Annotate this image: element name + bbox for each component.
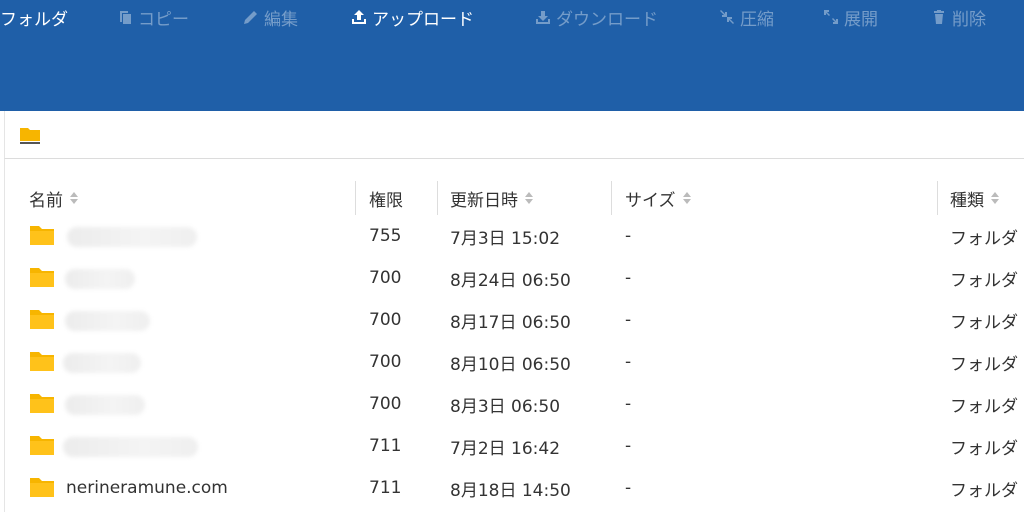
file-name-cell[interactable]: nerineramune.com (66, 467, 228, 509)
toolbar-copy-button[interactable]: コピー (116, 4, 189, 30)
pencil-icon (244, 11, 257, 24)
permission-cell: 755 (369, 226, 402, 246)
column-divider[interactable] (937, 181, 938, 215)
toolbar-edit-label: 編集 (264, 9, 298, 30)
file-table: 名前 権限 更新日時 サイズ 種類 755 7月3日 15:02 - フォルダ (4, 159, 1024, 512)
header-permission[interactable]: 権限 (369, 179, 403, 217)
table-row[interactable]: 700 8月3日 06:50 - フォルダ (5, 383, 1024, 425)
modified-cell: 8月24日 06:50 (450, 270, 571, 291)
table-row[interactable]: 700 8月17日 06:50 - フォルダ (5, 299, 1024, 341)
size-cell: - (625, 352, 632, 372)
toolbar-folder-label: フォルダ (0, 9, 68, 30)
header-modified[interactable]: 更新日時 (450, 179, 534, 217)
toolbar-expand-label: 展開 (844, 9, 878, 30)
toolbar-upload-label: アップロード (372, 9, 474, 30)
type-cell: フォルダ (950, 396, 1018, 417)
type-cell: フォルダ (950, 312, 1018, 333)
table-row[interactable]: 700 8月24日 06:50 - フォルダ (5, 257, 1024, 299)
size-cell: - (625, 394, 632, 414)
download-icon (536, 11, 550, 24)
type-cell: フォルダ (950, 438, 1018, 459)
toolbar-upload-button[interactable]: アップロード (350, 4, 474, 30)
toolbar-compress-label: 圧縮 (740, 9, 774, 30)
file-name-redacted (65, 269, 135, 289)
size-cell: - (625, 436, 632, 456)
header-name[interactable]: 名前 (29, 179, 79, 217)
size-cell: - (625, 478, 632, 498)
sort-icon (991, 192, 999, 204)
permission-cell: 700 (369, 394, 402, 414)
size-cell: - (625, 268, 632, 288)
size-cell: - (625, 310, 632, 330)
folder-icon (30, 310, 54, 329)
toolbar-copy-label: コピー (138, 9, 189, 30)
toolbar-delete-button[interactable]: 削除 (930, 4, 986, 30)
toolbar-compress-button[interactable]: 圧縮 (718, 4, 774, 30)
type-cell: フォルダ (950, 270, 1018, 291)
toolbar-download-button[interactable]: ダウンロード (534, 4, 658, 30)
table-row[interactable]: 755 7月3日 15:02 - フォルダ (5, 215, 1024, 257)
header-size[interactable]: サイズ (625, 179, 692, 217)
expand-icon (824, 10, 838, 24)
sort-icon (525, 192, 533, 204)
file-name-redacted (67, 227, 197, 247)
permission-cell: 700 (369, 268, 402, 288)
modified-cell: 8月10日 06:50 (450, 354, 571, 375)
toolbar-expand-button[interactable]: 展開 (822, 4, 878, 30)
modified-cell: 7月3日 15:02 (450, 228, 561, 249)
modified-cell: 8月3日 06:50 (450, 396, 561, 417)
folder-icon (30, 352, 54, 371)
permission-cell: 711 (369, 478, 402, 498)
sort-icon (682, 192, 691, 204)
column-divider[interactable] (437, 181, 438, 215)
trash-icon (934, 10, 944, 24)
path-bar (4, 111, 1024, 159)
permission-cell: 700 (369, 310, 402, 330)
toolbar-download-label: ダウンロード (556, 9, 658, 30)
sort-icon (70, 192, 78, 204)
toolbar: フォルダ コピー 編集 アップロード ダウンロード 圧縮 展開 削除 (0, 0, 1024, 111)
folder-icon (30, 436, 54, 455)
table-row[interactable]: 700 8月10日 06:50 - フォルダ (5, 341, 1024, 383)
file-name-redacted (65, 311, 150, 331)
table-header: 名前 権限 更新日時 サイズ 種類 (5, 179, 1024, 217)
file-name-redacted (63, 353, 141, 373)
toolbar-edit-button[interactable]: 編集 (242, 4, 298, 30)
column-divider[interactable] (355, 181, 356, 215)
toolbar-delete-label: 削除 (952, 9, 986, 30)
folder-icon (30, 478, 54, 497)
root-folder-icon[interactable] (19, 125, 41, 145)
permission-cell: 700 (369, 352, 402, 372)
table-row[interactable]: 711 7月2日 16:42 - フォルダ (5, 425, 1024, 467)
file-name-redacted (65, 395, 145, 415)
folder-icon (30, 268, 54, 287)
size-cell: - (625, 226, 632, 246)
type-cell: フォルダ (950, 354, 1018, 375)
folder-icon (30, 394, 54, 413)
permission-cell: 711 (369, 436, 402, 456)
file-name-redacted (63, 437, 198, 457)
header-type[interactable]: 種類 (950, 179, 1000, 217)
compress-icon (720, 10, 734, 24)
copy-icon (120, 11, 131, 24)
table-row[interactable]: nerineramune.com 711 8月18日 14:50 - フォルダ (5, 467, 1024, 509)
upload-icon (352, 10, 366, 24)
modified-cell: 8月18日 14:50 (450, 480, 571, 501)
toolbar-folder-button[interactable]: フォルダ (0, 4, 68, 30)
modified-cell: 7月2日 16:42 (450, 438, 561, 459)
folder-icon (30, 226, 54, 245)
type-cell: フォルダ (950, 480, 1018, 501)
modified-cell: 8月17日 06:50 (450, 312, 571, 333)
column-divider[interactable] (611, 181, 612, 215)
type-cell: フォルダ (950, 228, 1018, 249)
